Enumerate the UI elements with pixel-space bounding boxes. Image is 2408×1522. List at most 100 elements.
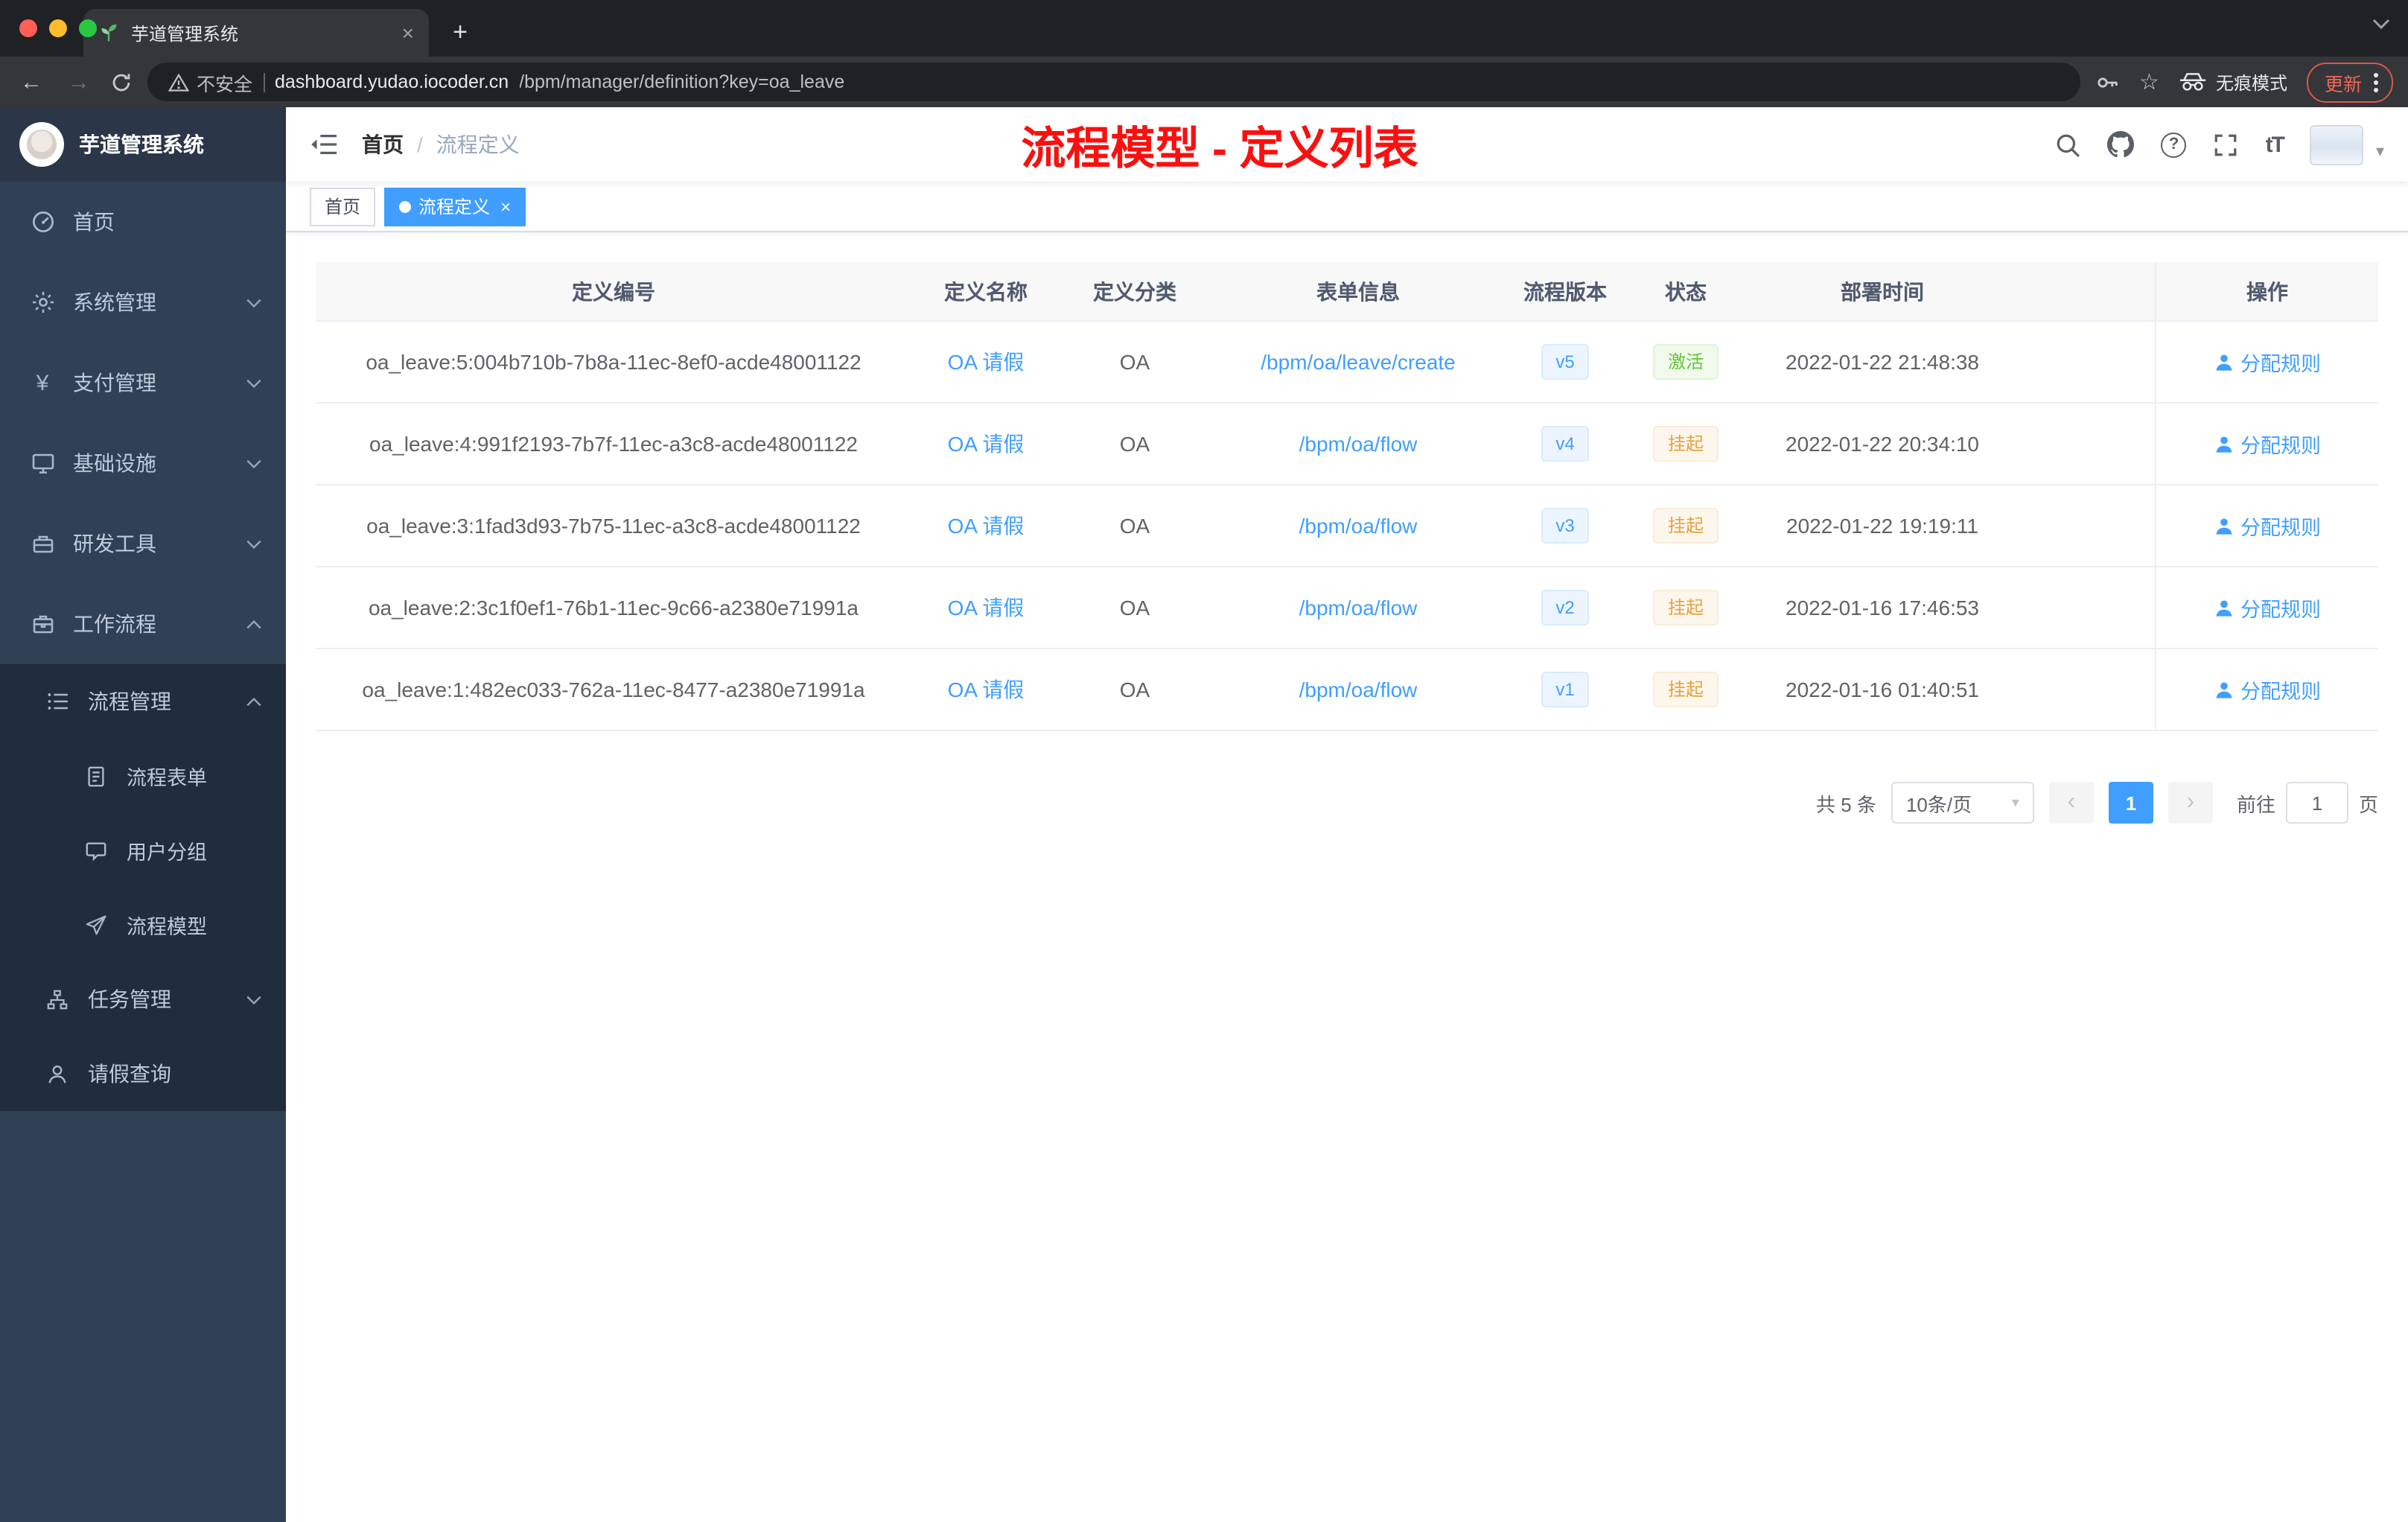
password-key-icon[interactable] [2095,71,2120,93]
form-link[interactable]: /bpm/oa/leave/create [1261,350,1456,374]
sidebar-item-leave-query[interactable]: 请假查询 [0,1037,286,1111]
page-number-button[interactable]: 1 [2108,782,2153,824]
status-badge: 挂起 [1652,590,1719,625]
new-tab-button[interactable]: + [441,13,480,52]
form-link[interactable]: /bpm/oa/flow [1299,432,1418,456]
form-link[interactable]: /bpm/oa/flow [1299,596,1418,620]
paper-plane-icon [83,912,109,937]
version-tag: v5 [1541,344,1590,380]
person-icon [2214,352,2233,372]
deploy-time-cell: 2022-01-16 17:46:53 [1786,596,1979,620]
window-zoom-button[interactable] [79,19,97,37]
sidebar-item-process-model[interactable]: 流程模型 [0,888,286,962]
avatar-caret-icon[interactable]: ▾ [2376,141,2384,160]
forward-button[interactable]: → [63,69,95,95]
sidebar-item-workflow[interactable]: 工作流程 [0,584,286,664]
deploy-time-cell: 2022-01-22 21:48:38 [1786,350,1979,374]
sidebar-logo-bar[interactable]: 芋道管理系统 [0,107,286,182]
workflow-submenu: 流程管理 流程表单 用户分组 流程模型 任务管理 请假查询 [0,664,286,1111]
sidebar-item-devtools[interactable]: 研发工具 [0,503,286,584]
definition-name-link[interactable]: OA 请假 [948,347,1025,377]
page-size-select[interactable]: 10条/页 ▾ [1891,782,2034,824]
avatar[interactable] [2310,124,2364,165]
sidebar-item-home[interactable]: 首页 [0,182,286,262]
document-icon [83,763,109,789]
tag-active-dot [399,200,412,212]
tag-close-icon[interactable]: × [500,196,511,217]
warning-icon [168,72,189,92]
deploy-time-cell: 2022-01-22 19:19:11 [1786,514,1978,538]
assign-rule-link[interactable]: 分配规则 [2214,347,2321,377]
yen-icon: ¥ [36,370,49,395]
assign-rule-link[interactable]: 分配规则 [2214,429,2321,459]
definition-name-link[interactable]: OA 请假 [948,593,1025,623]
column-header: 定义名称 [944,279,1028,303]
column-header: 操作 [2155,262,2378,320]
page-title-annotation: 流程模型 - 定义列表 [1021,125,1418,174]
status-badge: 挂起 [1652,672,1719,707]
sidebar-item-infrastructure[interactable]: 基础设施 [0,423,286,503]
next-page-button[interactable]: › [2167,782,2213,824]
table-row: oa_leave:5:004b710b-7b8a-11ec-8ef0-acde4… [316,322,2378,404]
browser-menu-icon[interactable] [2374,72,2378,92]
tag-home[interactable]: 首页 [310,187,376,226]
chevron-down-icon [246,458,262,468]
definition-name-link[interactable]: OA 请假 [948,675,1025,704]
definition-id-cell: oa_leave:4:991f2193-7b7f-11ec-a3c8-acde4… [369,432,858,456]
page-size-value: 10条/页 [1905,793,1972,815]
sidebar-item-process-management[interactable]: 流程管理 [0,664,286,739]
assign-rule-link[interactable]: 分配规则 [2214,511,2321,541]
prev-page-button[interactable]: ‹ [2048,782,2094,824]
sidebar-fold-icon[interactable] [310,133,338,156]
search-icon[interactable] [2056,132,2081,157]
chevron-down-icon [246,378,262,388]
browser-toolbar: ← → 不安全 dashboard.yudao.iocoder.cn /bpm/… [0,57,2408,107]
form-link[interactable]: /bpm/oa/flow [1299,514,1418,538]
browser-update-button[interactable]: 更新 [2306,62,2393,102]
browser-tab[interactable]: 芋道管理系统 × [83,9,429,57]
back-button[interactable]: ← [15,69,48,95]
form-link[interactable]: /bpm/oa/flow [1299,678,1418,701]
status-badge: 挂起 [1652,508,1719,544]
goto-page-input[interactable] [2285,782,2348,824]
definition-name-link[interactable]: OA 请假 [948,429,1025,459]
window-close-button[interactable] [19,19,37,37]
github-icon[interactable] [2107,131,2135,158]
tag-process-definition[interactable]: 流程定义 × [384,187,526,226]
definition-id-cell: oa_leave:3:1fad3d93-7b75-11ec-a3c8-acde4… [366,514,861,538]
person-icon [45,1061,70,1086]
assign-rule-link[interactable]: 分配规则 [2214,593,2321,623]
window-minimize-button[interactable] [49,19,67,37]
category-cell: OA [1119,514,1150,538]
definitions-table: 定义编号 定义名称 定义分类 表单信息 流程版本 状态 部署时间 操作 oa_l… [316,262,2378,731]
security-status[interactable]: 不安全 [168,68,252,96]
table-row: oa_leave:2:3c1f0ef1-76b1-11ec-9c66-a2380… [316,567,2378,649]
chat-bubble-icon [83,838,109,863]
chevron-up-icon [246,696,262,707]
person-icon [2214,516,2233,535]
tab-close-icon[interactable]: × [402,21,414,45]
bookmark-star-icon[interactable]: ☆ [2139,69,2159,95]
category-cell: OA [1119,350,1150,374]
site-favicon-icon [98,22,119,43]
assign-rule-link[interactable]: 分配规则 [2214,675,2321,704]
table-row: oa_leave:4:991f2193-7b7f-11ec-a3c8-acde4… [316,404,2378,485]
sidebar-item-user-group[interactable]: 用户分组 [0,813,286,888]
deploy-time-cell: 2022-01-22 20:34:10 [1786,432,1979,456]
version-tag: v1 [1541,672,1590,707]
category-cell: OA [1119,432,1150,456]
reload-button[interactable] [110,71,133,93]
definition-name-link[interactable]: OA 请假 [948,511,1025,541]
sidebar-item-system[interactable]: 系统管理 [0,262,286,343]
sidebar-item-process-form[interactable]: 流程表单 [0,739,286,813]
sidebar-item-payment[interactable]: ¥ 支付管理 [0,343,286,423]
font-size-icon[interactable]: tT [2266,132,2285,157]
address-bar[interactable]: 不安全 dashboard.yudao.iocoder.cn /bpm/mana… [147,63,2080,101]
browser-window: 芋道管理系统 × + ← → 不安全 dashboard.yudao.iocod… [0,0,2408,1522]
pagination-total: 共 5 条 [1816,793,1876,815]
breadcrumb-home[interactable]: 首页 [362,130,404,159]
sidebar-item-task-management[interactable]: 任务管理 [0,962,286,1037]
tab-search-chevron-icon[interactable] [2372,18,2390,30]
help-icon[interactable]: ? [2161,132,2187,157]
fullscreen-icon[interactable] [2214,132,2239,157]
